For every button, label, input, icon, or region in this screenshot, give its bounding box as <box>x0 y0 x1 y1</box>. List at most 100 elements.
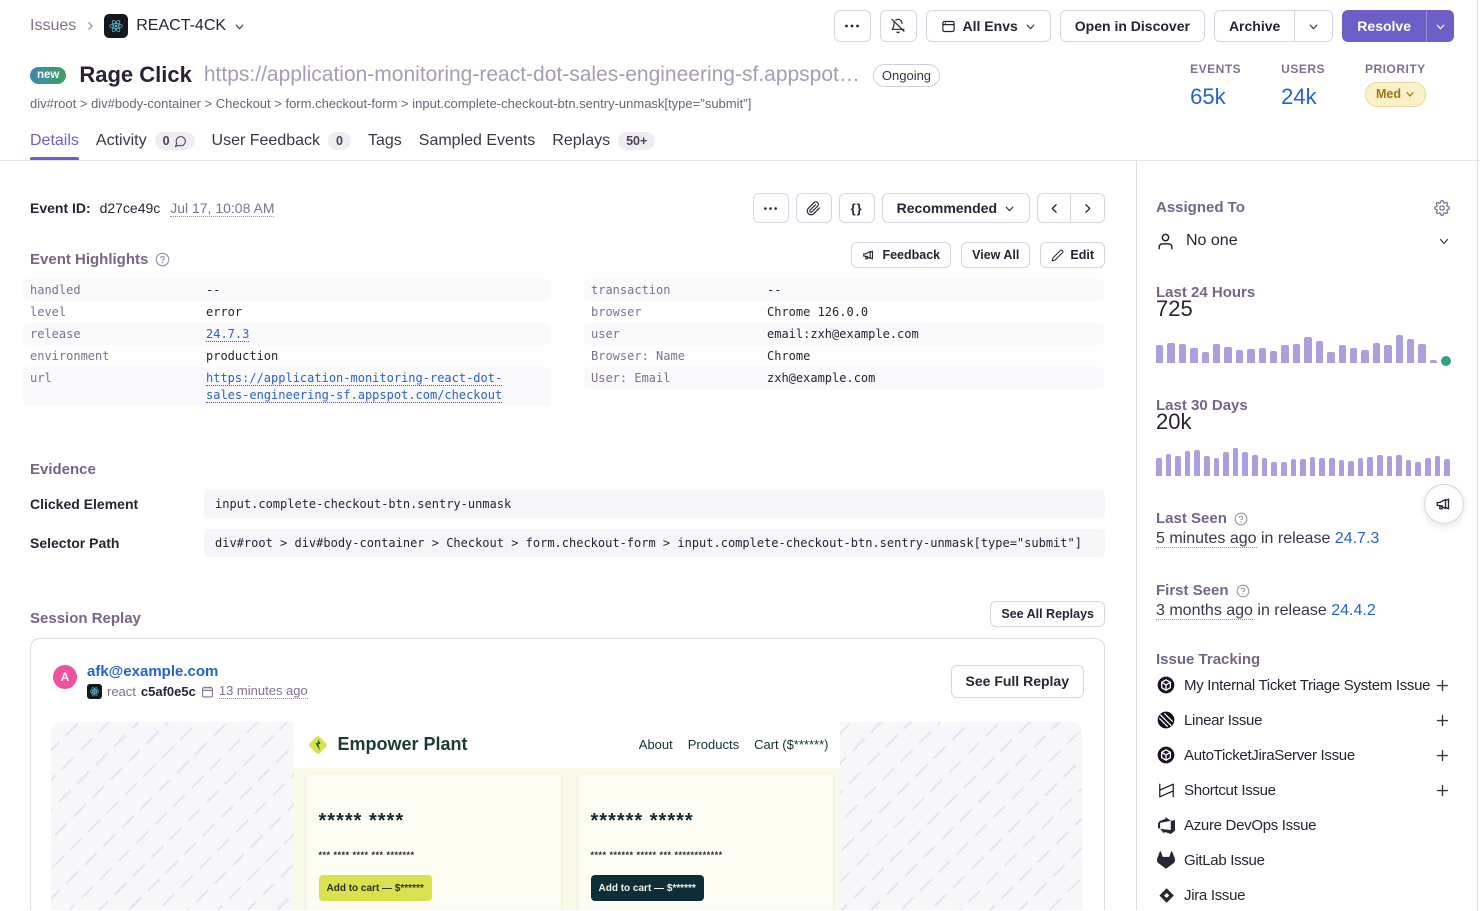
kv-row: browserChrome 126.0.0 <box>584 301 1104 323</box>
issue-message: https://application-monitoring-react-dot… <box>204 63 860 87</box>
tracking-item-jira[interactable]: Jira Issue <box>1156 885 1450 905</box>
pencil-icon <box>1051 249 1064 262</box>
previous-event-button[interactable] <box>1037 193 1071 223</box>
event-attachments-button[interactable] <box>796 193 832 223</box>
chart-bar <box>1291 459 1297 476</box>
resolve-dropdown-button[interactable] <box>1426 10 1454 42</box>
event-more-button[interactable] <box>753 193 789 223</box>
tab-activity[interactable]: Activity 0 <box>96 132 195 160</box>
assignee-selector[interactable]: No one <box>1156 231 1450 251</box>
help-icon[interactable] <box>155 252 170 267</box>
help-icon[interactable] <box>1234 512 1248 526</box>
ticket-cube-icon <box>1156 675 1176 695</box>
url-link[interactable]: https://application-monitoring-react-dot… <box>206 371 502 403</box>
users-stat-value[interactable]: 24k <box>1281 84 1325 110</box>
see-full-replay-button[interactable]: See Full Replay <box>951 665 1084 698</box>
session-replay-title: Session Replay <box>30 610 141 627</box>
breadcrumb-issues-link[interactable]: Issues <box>30 17 76 35</box>
kv-row: levelerror <box>23 301 551 323</box>
issue-tracking-title: Issue Tracking <box>1156 651 1450 668</box>
tab-tags[interactable]: Tags <box>368 132 402 160</box>
evidence-title: Evidence <box>30 461 1105 478</box>
selector-path-value: div#root > div#body-container > Checkout… <box>204 529 1105 557</box>
chart-bar <box>1316 341 1323 363</box>
last-seen-title: Last Seen <box>1156 510 1450 527</box>
release-link[interactable]: 24.7.3 <box>206 327 249 342</box>
tab-replays[interactable]: Replays 50+ <box>552 132 655 160</box>
tracking-item-azure-devops[interactable]: Azure DevOps Issue <box>1156 815 1450 835</box>
event-details-main: Event ID: d27ce49c Jul 17, 10:08 AM {} R… <box>0 161 1136 910</box>
chart-bar <box>1367 457 1373 476</box>
highlights-view-all-button[interactable]: View All <box>961 242 1030 268</box>
more-actions-button[interactable] <box>834 10 871 42</box>
tracking-item-gitlab[interactable]: GitLab Issue <box>1156 850 1450 870</box>
last-30-days-count: 20k <box>1156 411 1450 433</box>
gear-icon[interactable] <box>1434 200 1450 216</box>
breadcrumb-project-selector[interactable]: REACT-4CK <box>104 14 245 38</box>
tab-sampled-events[interactable]: Sampled Events <box>419 132 536 160</box>
floating-feedback-button[interactable] <box>1424 484 1464 524</box>
replay-preview[interactable]: Empower Plant About Products Cart ($****… <box>51 722 1082 910</box>
mute-button[interactable] <box>880 10 917 42</box>
open-in-discover-button[interactable]: Open in Discover <box>1060 10 1205 42</box>
archive-button[interactable]: Archive <box>1214 10 1295 42</box>
users-stat-label: USERS <box>1281 62 1325 76</box>
user-icon <box>1156 232 1175 251</box>
chart-bar <box>1435 456 1441 476</box>
replay-id-link[interactable]: c5af0e5c <box>141 684 196 699</box>
chart-bar <box>1252 455 1258 476</box>
tracking-item-linear[interactable]: Linear Issue <box>1156 710 1450 730</box>
events-stat-value[interactable]: 65k <box>1190 84 1241 110</box>
scrollbar-track[interactable] <box>1477 0 1478 911</box>
resolve-button[interactable]: Resolve <box>1342 10 1426 42</box>
tracking-item-internal-triage[interactable]: My Internal Ticket Triage System Issue <box>1156 675 1450 695</box>
tracking-item-autoticketjiraserver[interactable]: AutoTicketJiraServer Issue <box>1156 745 1450 765</box>
evidence-row: Selector Path div#root > div#body-contai… <box>30 529 1105 557</box>
tab-details[interactable]: Details <box>30 132 79 160</box>
first-seen-ago[interactable]: 3 months ago <box>1156 602 1253 620</box>
chart-bar <box>1418 344 1425 363</box>
tab-user-feedback[interactable]: User Feedback 0 <box>212 132 351 160</box>
breadcrumb-project-label: REACT-4CK <box>136 17 226 35</box>
add-issue-icon[interactable] <box>1435 678 1450 693</box>
highlights-edit-button[interactable]: Edit <box>1040 242 1105 268</box>
last-30-days-chart <box>1156 446 1450 476</box>
avatar: A <box>53 665 77 689</box>
highlights-feedback-button[interactable]: Feedback <box>851 242 951 268</box>
last-seen-ago[interactable]: 5 minutes ago <box>1156 530 1257 548</box>
environment-selector[interactable]: All Envs <box>926 10 1051 42</box>
event-sort-selector[interactable]: Recommended <box>882 193 1030 223</box>
chart-bar <box>1214 458 1220 476</box>
chart-bar <box>1262 458 1268 476</box>
help-icon[interactable] <box>1236 584 1250 598</box>
add-issue-icon[interactable] <box>1435 783 1450 798</box>
chart-bar <box>1300 459 1306 476</box>
chart-bar <box>1167 343 1174 363</box>
ticket-cube-icon <box>1156 745 1176 765</box>
first-seen-release-link[interactable]: 24.4.2 <box>1331 602 1375 619</box>
add-issue-icon[interactable] <box>1435 713 1450 728</box>
priority-selector[interactable]: Med <box>1365 82 1426 107</box>
issue-culprit: div#root > div#body-container > Checkout… <box>30 96 940 111</box>
see-all-replays-button[interactable]: See All Replays <box>990 601 1105 627</box>
chevron-down-icon <box>1438 235 1450 247</box>
tracking-item-shortcut[interactable]: Shortcut Issue <box>1156 780 1450 800</box>
chart-bar <box>1247 349 1254 363</box>
kv-row: Browser: NameChrome <box>584 345 1104 367</box>
replay-time-ago[interactable]: 13 minutes ago <box>219 683 308 699</box>
last-seen-release-link[interactable]: 24.7.3 <box>1335 530 1379 547</box>
next-event-button[interactable] <box>1071 193 1105 223</box>
shortcut-icon <box>1156 781 1176 800</box>
event-json-button[interactable]: {} <box>839 193 875 223</box>
event-date[interactable]: Jul 17, 10:08 AM <box>170 200 274 217</box>
new-badge: new <box>30 67 66 84</box>
archive-dropdown-button[interactable] <box>1295 10 1333 42</box>
replayed-site: Empower Plant About Products Cart ($****… <box>294 721 840 910</box>
event-highlights-title: Event Highlights <box>30 251 170 268</box>
chart-bar <box>1319 458 1325 476</box>
add-issue-icon[interactable] <box>1435 748 1450 763</box>
chart-bar <box>1339 345 1346 363</box>
jira-icon <box>1156 887 1176 904</box>
chart-bar <box>1425 458 1431 476</box>
replay-user-link[interactable]: afk@example.com <box>87 663 308 680</box>
